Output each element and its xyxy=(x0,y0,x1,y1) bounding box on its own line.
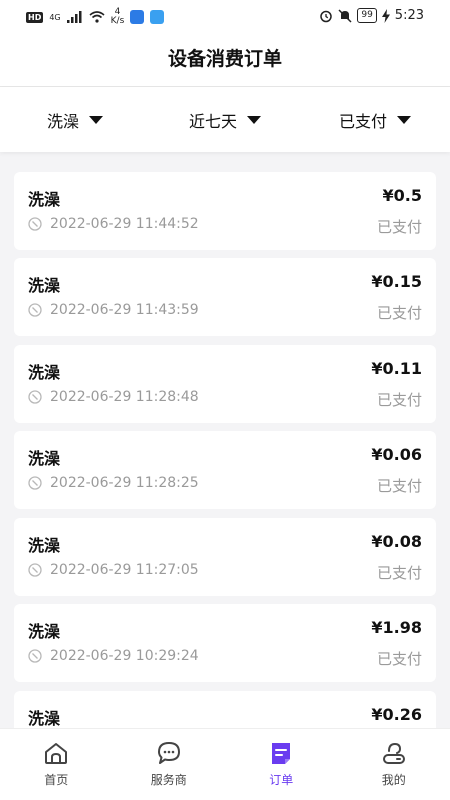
net-speed: 4 K/s xyxy=(111,8,125,26)
caret-down-icon xyxy=(397,115,411,124)
order-name: 洗澡 xyxy=(28,449,61,468)
order-card[interactable]: 洗澡 ¥0.5 2022-06-29 11:44:52 已支付 xyxy=(14,172,436,250)
order-time: 2022-06-29 11:43:59 xyxy=(50,302,199,318)
order-time: 2022-06-29 11:44:52 xyxy=(50,216,199,232)
filter-label: 已支付 xyxy=(338,111,387,131)
clock-icon xyxy=(28,303,42,317)
order-card[interactable]: 洗澡 ¥0.08 2022-06-29 11:27:05 已支付 xyxy=(14,518,436,596)
order-name: 洗澡 xyxy=(28,709,61,728)
mute-icon xyxy=(338,8,352,23)
top-area: HD 4G 4 K/s 99 5:23 设备消费订单 洗澡 近七天 已支付 xyxy=(0,0,450,152)
order-card[interactable]: 洗澡 ¥1.98 2022-06-29 10:29:24 已支付 xyxy=(14,604,436,682)
signal-icon xyxy=(66,11,82,23)
order-price: ¥0.08 xyxy=(371,532,422,551)
order-card[interactable]: 洗澡 ¥0.26 xyxy=(14,691,436,728)
caret-down-icon xyxy=(89,115,103,124)
alarm-icon xyxy=(320,10,333,22)
order-time: 2022-06-29 10:29:24 xyxy=(50,648,199,664)
tab-label: 我的 xyxy=(381,773,406,787)
clock-icon xyxy=(28,390,42,404)
order-name: 洗澡 xyxy=(28,536,61,555)
order-price: ¥0.5 xyxy=(382,186,422,205)
order-price: ¥0.26 xyxy=(371,705,422,724)
net-speed-unit: K/s xyxy=(110,16,125,26)
caret-down-icon xyxy=(247,115,261,124)
battery-indicator: 99 xyxy=(357,8,377,23)
order-name: 洗澡 xyxy=(28,276,61,295)
home-icon xyxy=(45,743,68,764)
status-bar: HD 4G 4 K/s 99 5:23 xyxy=(0,0,450,34)
page-title: 设备消费订单 xyxy=(167,48,282,70)
order-status: 已支付 xyxy=(376,391,422,409)
clock-time: 5:23 xyxy=(394,8,424,23)
cloud-app-icon xyxy=(150,10,165,24)
bulb-app-icon xyxy=(130,10,145,24)
order-price: ¥0.11 xyxy=(371,359,422,378)
clock-icon xyxy=(28,649,42,663)
clock-icon xyxy=(28,476,42,490)
filter-service-type[interactable]: 洗澡 xyxy=(0,87,150,152)
order-status: 已支付 xyxy=(376,218,422,236)
title-bar: 设备消费订单 xyxy=(0,34,450,86)
tab-profile[interactable]: 我的 xyxy=(338,729,450,800)
order-status: 已支付 xyxy=(376,650,422,668)
order-card[interactable]: 洗澡 ¥0.11 2022-06-29 11:28:48 已支付 xyxy=(14,345,436,423)
tab-orders[interactable]: 订单 xyxy=(225,729,338,800)
order-price: ¥0.06 xyxy=(371,445,422,464)
order-price: ¥1.98 xyxy=(371,618,422,637)
order-name: 洗澡 xyxy=(28,190,61,209)
order-card[interactable]: 洗澡 ¥0.06 2022-06-29 11:28:25 已支付 xyxy=(14,431,436,509)
tab-label: 首页 xyxy=(44,773,69,787)
network-type: 4G xyxy=(49,12,61,22)
order-list[interactable]: 洗澡 ¥0.5 2022-06-29 11:44:52 已支付 洗澡 ¥0.15… xyxy=(0,152,450,728)
tab-label: 服务商 xyxy=(150,773,187,787)
profile-icon xyxy=(382,742,405,764)
clock-icon xyxy=(28,563,42,577)
charging-icon xyxy=(381,8,390,23)
bottom-tab-bar: 首页 服务商 订单 我的 xyxy=(0,728,450,800)
tab-provider[interactable]: 服务商 xyxy=(113,729,226,800)
order-status: 已支付 xyxy=(376,304,422,322)
order-icon xyxy=(272,743,291,764)
order-name: 洗澡 xyxy=(28,363,61,382)
order-name: 洗澡 xyxy=(28,622,61,641)
order-status: 已支付 xyxy=(376,477,422,495)
tab-label: 订单 xyxy=(269,773,294,787)
filter-label: 近七天 xyxy=(188,111,237,131)
tab-home[interactable]: 首页 xyxy=(0,729,113,800)
filter-time-range[interactable]: 近七天 xyxy=(150,87,300,152)
clock-icon xyxy=(28,217,42,231)
filter-payment-status[interactable]: 已支付 xyxy=(300,87,450,152)
order-card[interactable]: 洗澡 ¥0.15 2022-06-29 11:43:59 已支付 xyxy=(14,258,436,336)
order-status: 已支付 xyxy=(376,564,422,582)
filter-label: 洗澡 xyxy=(46,111,79,131)
order-time: 2022-06-29 11:28:25 xyxy=(50,475,199,491)
wifi-icon xyxy=(89,11,105,23)
filter-bar: 洗澡 近七天 已支付 xyxy=(0,87,450,152)
order-price: ¥0.15 xyxy=(371,272,422,291)
chat-icon xyxy=(157,742,180,764)
order-time: 2022-06-29 11:27:05 xyxy=(50,562,199,578)
hd-badge: HD xyxy=(26,11,44,23)
order-time: 2022-06-29 11:28:48 xyxy=(50,389,199,405)
